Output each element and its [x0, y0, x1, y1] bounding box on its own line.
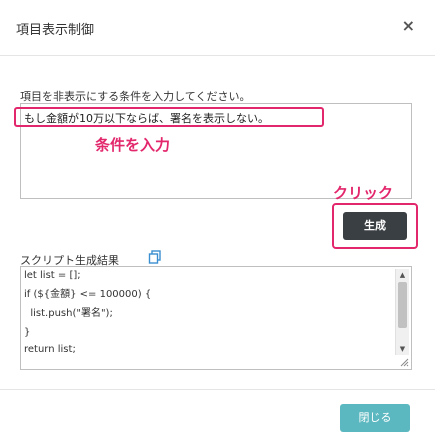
condition-input-value: もし金額が10万以下ならば、署名を表示しない。	[24, 112, 269, 125]
generate-button[interactable]: 生成	[343, 212, 407, 240]
script-line: list.push("署名");	[24, 308, 113, 319]
condition-label: 項目を非表示にする条件を入力してください。	[20, 90, 251, 103]
item-display-control-dialog: 項目表示制御 × 項目を非表示にする条件を入力してください。 もし金額が10万以…	[0, 0, 435, 446]
copy-icon[interactable]	[148, 250, 162, 264]
scroll-down-icon[interactable]: ▼	[396, 343, 409, 355]
script-line: let list = [];	[24, 270, 81, 281]
script-line: }	[24, 327, 31, 338]
scroll-up-icon[interactable]: ▲	[396, 269, 409, 281]
close-icon[interactable]: ×	[402, 16, 415, 36]
dialog-header: 項目表示制御 ×	[0, 0, 435, 56]
scroll-thumb[interactable]	[398, 282, 407, 328]
script-scrollbar[interactable]: ▲ ▼	[395, 269, 409, 355]
click-annotation: クリック	[333, 184, 394, 202]
dialog-title: 項目表示制御	[16, 23, 95, 38]
script-output-textarea[interactable]: let list = []; if (${金額} <= 100000) { li…	[20, 266, 412, 370]
script-line: if (${金額} <= 100000) {	[24, 289, 152, 300]
close-button[interactable]: 閉じる	[340, 404, 410, 432]
script-line: return list;	[24, 344, 76, 355]
resize-grip-icon[interactable]	[399, 357, 409, 367]
input-annotation: 条件を入力	[95, 136, 171, 154]
